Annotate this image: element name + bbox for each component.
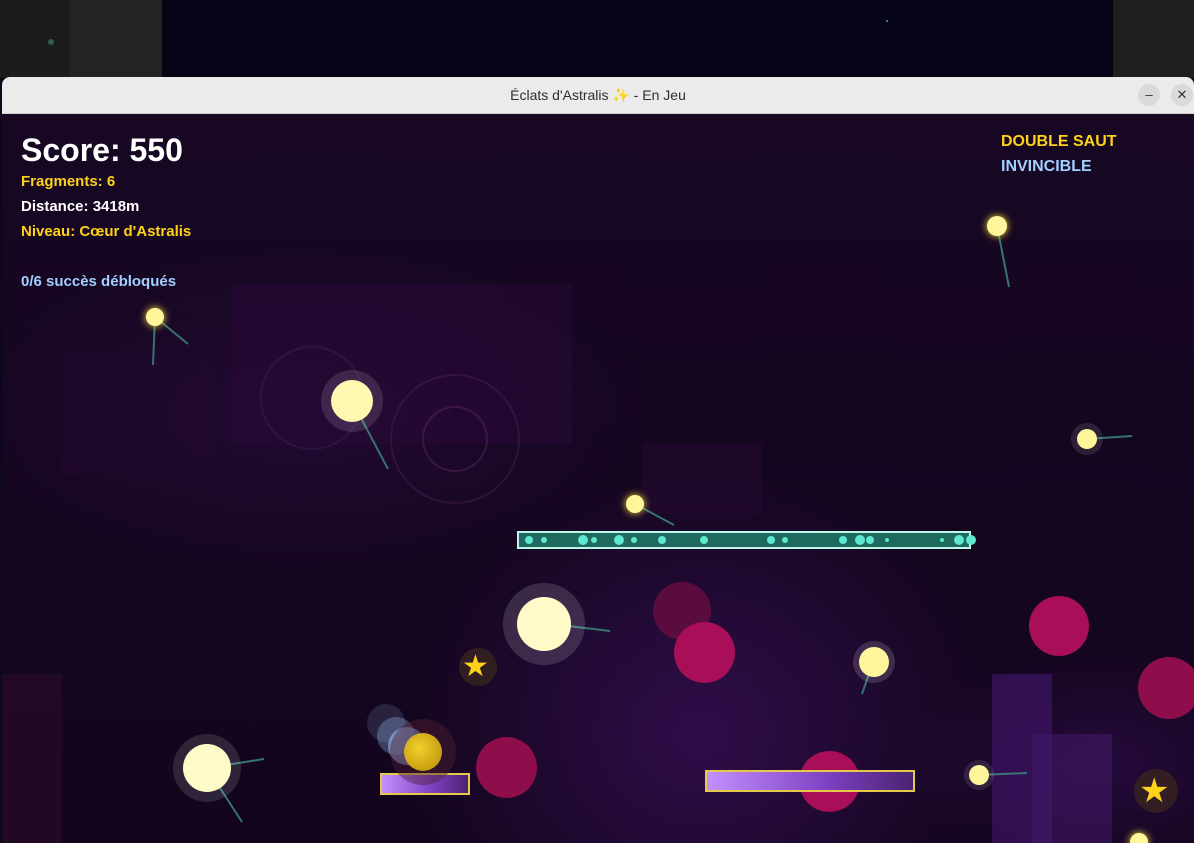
level-label: Niveau: Cœur d'Astralis	[21, 223, 192, 240]
light-orb	[146, 308, 164, 326]
game-window: Éclats d'Astralis ✨ - En Jeu – ✕ ★ ★ Sco…	[2, 77, 1194, 843]
light-orb	[969, 765, 989, 785]
fragments-label: Fragments: 6	[21, 173, 116, 190]
powerup-double-jump: DOUBLE SAUT	[1001, 133, 1117, 150]
score-label: Score: 550	[21, 132, 183, 168]
desktop-panel	[70, 0, 162, 78]
powerup-invincible: INVINCIBLE	[1001, 158, 1092, 175]
light-orb	[987, 216, 1007, 236]
star-fragment-icon: ★	[1139, 772, 1170, 810]
light-orb	[626, 495, 644, 513]
minimize-button[interactable]: –	[1138, 84, 1160, 106]
light-orb	[517, 597, 571, 651]
close-button[interactable]: ✕	[1171, 84, 1193, 106]
light-orb	[183, 744, 231, 792]
desktop-background-right	[1113, 0, 1194, 78]
light-orb	[1077, 429, 1097, 449]
light-orb	[859, 647, 889, 677]
title-bar[interactable]: Éclats d'Astralis ✨ - En Jeu – ✕	[2, 77, 1194, 114]
star-fragment-icon: ★	[462, 650, 489, 683]
player	[404, 733, 442, 771]
light-orb	[331, 380, 373, 422]
distance-label: Distance: 3418m	[21, 198, 140, 215]
background-star	[48, 39, 54, 45]
platform	[705, 770, 915, 792]
achievements-label: 0/6 succès débloqués	[21, 273, 177, 290]
desktop-background	[162, 0, 1113, 78]
game-canvas[interactable]: ★ ★ Score: 550 Fragments: 6 Distance: 34…	[2, 114, 1194, 843]
background-star	[886, 20, 888, 22]
window-title: Éclats d'Astralis ✨ - En Jeu	[510, 87, 686, 103]
